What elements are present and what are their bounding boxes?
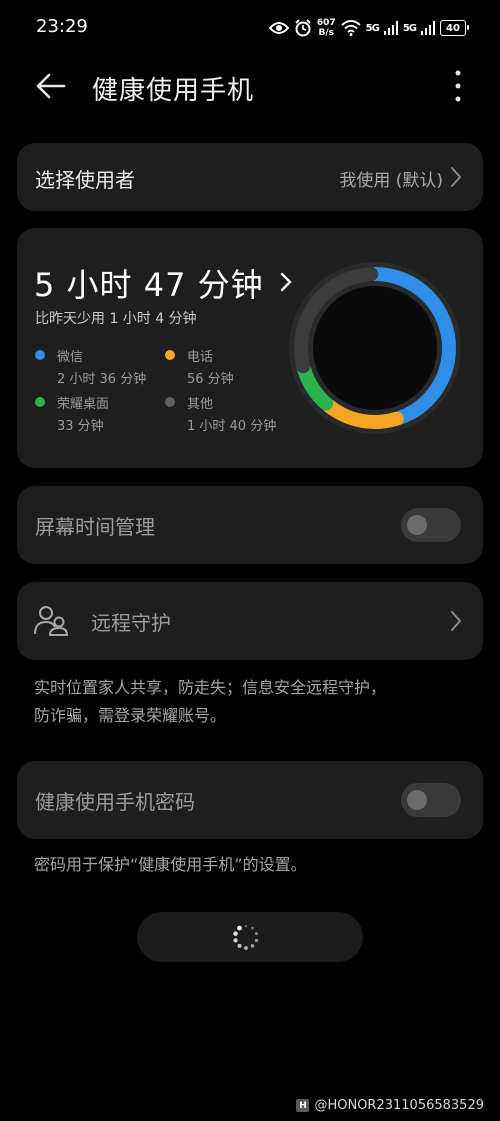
spinner-dot bbox=[233, 931, 238, 936]
remote-protect-row[interactable]: 远程守护 bbox=[17, 582, 483, 660]
user-select-value: 我使用 (默认) bbox=[339, 171, 443, 191]
toggle-knob bbox=[407, 515, 427, 535]
password-toggle[interactable] bbox=[401, 783, 461, 817]
remote-protect-label: 远程守护 bbox=[91, 611, 171, 635]
legend-duration: 2 小时 36 分钟 bbox=[57, 372, 147, 387]
user-select-row[interactable]: 选择使用者 我使用 (默认) bbox=[17, 143, 483, 211]
legend-dot bbox=[35, 397, 45, 407]
watermark: H @HONOR2311056583529 bbox=[296, 1098, 484, 1113]
status-icons: 607 B/s 5G 5G 40 bbox=[268, 14, 469, 42]
spinner-dot bbox=[254, 932, 259, 936]
loading-spinner-icon bbox=[233, 924, 259, 950]
signal-2-label: 5G bbox=[402, 22, 417, 34]
toggle-knob bbox=[407, 790, 427, 810]
page-title: 健康使用手机 bbox=[92, 76, 255, 106]
total-usage-value: 5 小时 47 分钟 bbox=[34, 266, 264, 304]
legend-dot bbox=[35, 350, 45, 360]
honor-logo-icon: H bbox=[296, 1099, 310, 1112]
usage-summary-card[interactable]: 5 小时 47 分钟 比昨天少用 1 小时 4 分钟 微信 2 小时 36 分钟… bbox=[17, 228, 483, 468]
legend-duration: 33 分钟 bbox=[57, 419, 104, 434]
legend-name: 荣耀桌面 bbox=[57, 397, 110, 412]
user-select-label: 选择使用者 bbox=[35, 168, 135, 192]
signal-1-label: 5G bbox=[365, 22, 380, 34]
legend-duration: 56 分钟 bbox=[187, 372, 234, 387]
spinner-dot bbox=[237, 943, 242, 948]
status-bar: 23:29 607 B/s 5G 5G 40 bbox=[0, 0, 500, 56]
usage-donut-chart bbox=[289, 262, 461, 434]
net-speed: 607 B/s bbox=[317, 18, 336, 38]
signal-1-icon bbox=[383, 21, 398, 35]
spinner-dot bbox=[244, 924, 248, 928]
net-speed-value: 607 bbox=[316, 18, 336, 28]
family-users-icon bbox=[34, 606, 69, 636]
remote-protect-description-line-2: 防诈骗，需登录荣耀账号。 bbox=[34, 706, 227, 725]
spinner-dot bbox=[250, 944, 255, 948]
remote-protect-description-line-1: 实时位置家人共享，防走失；信息安全远程守护， bbox=[34, 678, 387, 697]
net-speed-unit: B/s bbox=[318, 28, 335, 38]
chevron-right-icon bbox=[451, 611, 462, 631]
password-description: 密码用于保护“健康使用手机”的设置。 bbox=[34, 855, 307, 874]
loading-indicator bbox=[137, 912, 363, 962]
legend-dot bbox=[165, 397, 175, 407]
status-time: 23:29 bbox=[36, 16, 88, 37]
eye-icon bbox=[268, 22, 289, 34]
wifi-icon bbox=[340, 20, 361, 36]
screen-time-label: 屏幕时间管理 bbox=[35, 515, 155, 539]
legend-dot bbox=[165, 350, 175, 360]
usage-comparison: 比昨天少用 1 小时 4 分钟 bbox=[35, 311, 197, 327]
legend-duration: 1 小时 40 分钟 bbox=[187, 419, 277, 434]
legend-name: 微信 bbox=[57, 350, 84, 365]
battery-level: 40 bbox=[446, 22, 460, 34]
screen-time-row[interactable]: 屏幕时间管理 bbox=[17, 486, 483, 564]
spinner-dot bbox=[233, 938, 238, 943]
chevron-right-icon bbox=[451, 167, 462, 187]
legend-name: 电话 bbox=[187, 350, 214, 365]
screen-time-toggle[interactable] bbox=[401, 508, 461, 542]
alarm-icon bbox=[295, 19, 311, 37]
battery-icon: 40 bbox=[440, 20, 469, 36]
password-row[interactable]: 健康使用手机密码 bbox=[17, 761, 483, 839]
password-label: 健康使用手机密码 bbox=[35, 790, 195, 814]
spinner-dot bbox=[244, 946, 248, 950]
signal-2-icon bbox=[421, 21, 435, 35]
remote-protect-description: 实时位置家人共享，防走失；信息安全远程守护， 防诈骗，需登录荣耀账号。 bbox=[34, 674, 386, 730]
watermark-text: @HONOR2311056583529 bbox=[314, 1098, 484, 1113]
spinner-dot bbox=[237, 925, 242, 931]
spinner-dot bbox=[254, 938, 259, 943]
total-usage-time[interactable]: 5 小时 47 分钟 bbox=[34, 260, 293, 306]
more-options-icon[interactable] bbox=[450, 68, 466, 104]
spinner-dot bbox=[251, 926, 254, 930]
legend-name: 其他 bbox=[187, 397, 214, 412]
back-arrow-icon[interactable] bbox=[34, 68, 70, 104]
